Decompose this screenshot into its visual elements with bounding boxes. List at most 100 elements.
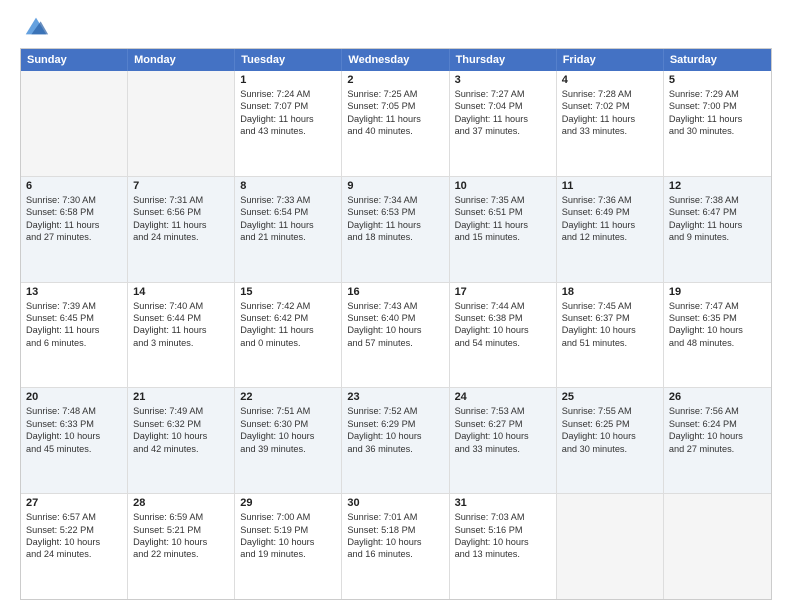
day-number: 17 [455,286,551,298]
cell-info-line: and 57 minutes. [347,337,443,349]
day-cell-1: 1Sunrise: 7:24 AMSunset: 7:07 PMDaylight… [235,71,342,176]
cell-info-line: Sunset: 6:54 PM [240,206,336,218]
day-cell-27: 27Sunrise: 6:57 AMSunset: 5:22 PMDayligh… [21,494,128,599]
day-number: 4 [562,74,658,86]
cell-info-line: and 18 minutes. [347,231,443,243]
cell-info-line: Sunset: 6:25 PM [562,418,658,430]
cell-info-line: Daylight: 10 hours [669,430,766,442]
calendar-row: 13Sunrise: 7:39 AMSunset: 6:45 PMDayligh… [21,282,771,388]
weekday-header-sunday: Sunday [21,49,128,71]
cell-info-line: and 15 minutes. [455,231,551,243]
cell-info-line: and 45 minutes. [26,443,122,455]
day-cell-10: 10Sunrise: 7:35 AMSunset: 6:51 PMDayligh… [450,177,557,282]
cell-info-line: Sunset: 6:40 PM [347,312,443,324]
cell-info-line: Sunrise: 7:45 AM [562,300,658,312]
weekday-header-monday: Monday [128,49,235,71]
day-number: 11 [562,180,658,192]
day-number: 14 [133,286,229,298]
cell-info-line: Daylight: 10 hours [455,430,551,442]
cell-info-line: Sunrise: 7:56 AM [669,405,766,417]
cell-info-line: and 42 minutes. [133,443,229,455]
cell-info-line: and 6 minutes. [26,337,122,349]
day-cell-6: 6Sunrise: 7:30 AMSunset: 6:58 PMDaylight… [21,177,128,282]
cell-info-line: Daylight: 11 hours [562,219,658,231]
day-cell-23: 23Sunrise: 7:52 AMSunset: 6:29 PMDayligh… [342,388,449,493]
cell-info-line: Daylight: 10 hours [562,430,658,442]
cell-info-line: Daylight: 11 hours [455,113,551,125]
cell-info-line: and 3 minutes. [133,337,229,349]
cell-info-line: Daylight: 11 hours [347,219,443,231]
weekday-header-wednesday: Wednesday [342,49,449,71]
day-number: 15 [240,286,336,298]
cell-info-line: and 37 minutes. [455,125,551,137]
cell-info-line: and 43 minutes. [240,125,336,137]
cell-info-line: and 33 minutes. [562,125,658,137]
day-cell-14: 14Sunrise: 7:40 AMSunset: 6:44 PMDayligh… [128,283,235,388]
day-cell-26: 26Sunrise: 7:56 AMSunset: 6:24 PMDayligh… [664,388,771,493]
cell-info-line: Sunset: 6:32 PM [133,418,229,430]
cell-info-line: Sunset: 6:37 PM [562,312,658,324]
day-number: 24 [455,391,551,403]
day-number: 19 [669,286,766,298]
day-cell-12: 12Sunrise: 7:38 AMSunset: 6:47 PMDayligh… [664,177,771,282]
cell-info-line: Daylight: 10 hours [455,324,551,336]
cell-info-line: and 12 minutes. [562,231,658,243]
empty-cell [557,494,664,599]
cell-info-line: Sunset: 6:27 PM [455,418,551,430]
cell-info-line: Sunrise: 7:00 AM [240,511,336,523]
day-cell-3: 3Sunrise: 7:27 AMSunset: 7:04 PMDaylight… [450,71,557,176]
weekday-header-thursday: Thursday [450,49,557,71]
day-number: 5 [669,74,766,86]
day-cell-29: 29Sunrise: 7:00 AMSunset: 5:19 PMDayligh… [235,494,342,599]
day-cell-15: 15Sunrise: 7:42 AMSunset: 6:42 PMDayligh… [235,283,342,388]
calendar-header: SundayMondayTuesdayWednesdayThursdayFrid… [21,49,771,71]
day-number: 13 [26,286,122,298]
cell-info-line: Sunrise: 7:31 AM [133,194,229,206]
day-number: 8 [240,180,336,192]
cell-info-line: and 16 minutes. [347,548,443,560]
cell-info-line: and 0 minutes. [240,337,336,349]
cell-info-line: Daylight: 10 hours [133,536,229,548]
cell-info-line: Daylight: 11 hours [240,324,336,336]
day-cell-31: 31Sunrise: 7:03 AMSunset: 5:16 PMDayligh… [450,494,557,599]
day-cell-22: 22Sunrise: 7:51 AMSunset: 6:30 PMDayligh… [235,388,342,493]
cell-info-line: Sunset: 6:42 PM [240,312,336,324]
cell-info-line: Daylight: 10 hours [347,536,443,548]
day-cell-9: 9Sunrise: 7:34 AMSunset: 6:53 PMDaylight… [342,177,449,282]
cell-info-line: Daylight: 11 hours [133,324,229,336]
cell-info-line: Daylight: 10 hours [347,430,443,442]
day-cell-24: 24Sunrise: 7:53 AMSunset: 6:27 PMDayligh… [450,388,557,493]
cell-info-line: and 27 minutes. [669,443,766,455]
cell-info-line: Sunset: 6:51 PM [455,206,551,218]
cell-info-line: and 21 minutes. [240,231,336,243]
day-cell-16: 16Sunrise: 7:43 AMSunset: 6:40 PMDayligh… [342,283,449,388]
cell-info-line: Sunrise: 7:38 AM [669,194,766,206]
calendar-row: 1Sunrise: 7:24 AMSunset: 7:07 PMDaylight… [21,71,771,176]
cell-info-line: Sunset: 6:29 PM [347,418,443,430]
cell-info-line: Sunrise: 7:47 AM [669,300,766,312]
calendar-row: 20Sunrise: 7:48 AMSunset: 6:33 PMDayligh… [21,387,771,493]
cell-info-line: Sunset: 6:56 PM [133,206,229,218]
cell-info-line: and 9 minutes. [669,231,766,243]
cell-info-line: Daylight: 11 hours [669,219,766,231]
day-cell-21: 21Sunrise: 7:49 AMSunset: 6:32 PMDayligh… [128,388,235,493]
day-cell-13: 13Sunrise: 7:39 AMSunset: 6:45 PMDayligh… [21,283,128,388]
day-number: 25 [562,391,658,403]
day-number: 26 [669,391,766,403]
cell-info-line: Daylight: 10 hours [133,430,229,442]
cell-info-line: and 51 minutes. [562,337,658,349]
cell-info-line: Sunrise: 7:29 AM [669,88,766,100]
empty-cell [664,494,771,599]
day-number: 23 [347,391,443,403]
day-number: 16 [347,286,443,298]
cell-info-line: Sunset: 6:53 PM [347,206,443,218]
cell-info-line: Sunrise: 7:36 AM [562,194,658,206]
cell-info-line: Sunrise: 7:30 AM [26,194,122,206]
cell-info-line: Sunset: 6:47 PM [669,206,766,218]
cell-info-line: Sunset: 7:04 PM [455,100,551,112]
cell-info-line: Sunset: 6:33 PM [26,418,122,430]
cell-info-line: Daylight: 10 hours [669,324,766,336]
cell-info-line: and 54 minutes. [455,337,551,349]
day-number: 22 [240,391,336,403]
day-number: 30 [347,497,443,509]
